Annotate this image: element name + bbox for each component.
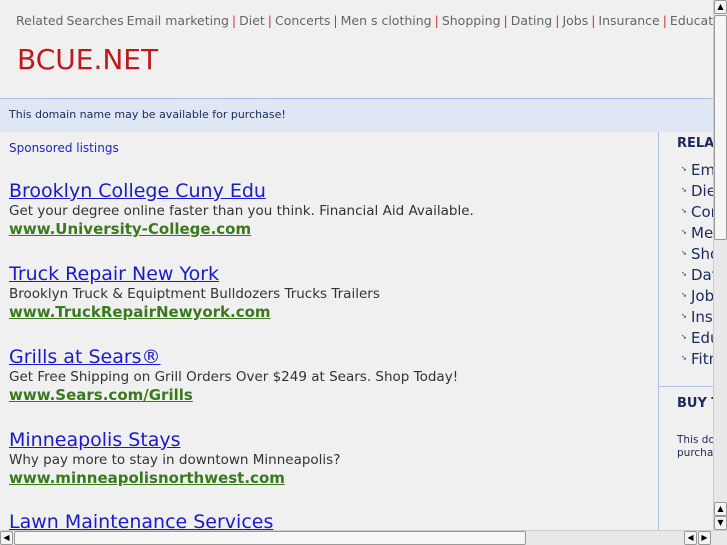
sidebar-link[interactable]: ➘Dat (659, 266, 713, 287)
related-searches-bar: Related Searches Email marketing | Diet … (16, 13, 713, 28)
related-searches-label: Related Searches (16, 13, 124, 28)
top-link[interactable]: Educat (670, 13, 713, 28)
buy-heading: BUY T (677, 396, 713, 411)
scroll-right-icon[interactable]: ▶ (698, 531, 711, 545)
sidebar-link[interactable]: ➘Fitn (659, 350, 713, 371)
arrow-icon: ➘ (681, 165, 687, 173)
sidebar-link[interactable]: ➘Sho (659, 245, 713, 266)
ad-listing: Brooklyn College Cuny Edu Get your degre… (9, 180, 474, 238)
top-link[interactable]: Insurance (598, 13, 659, 28)
main-content: Sponsored listings Brooklyn College Cuny… (0, 132, 658, 530)
arrow-icon: ➘ (681, 312, 687, 320)
related-sidebar: RELA ➘Em ➘Die ➘Cor ➘Mer ➘Sho ➘Dat ➘Job ➘… (658, 132, 713, 530)
ad-description: Get Free Shipping on Grill Orders Over $… (9, 369, 459, 385)
vertical-scroll-thumb[interactable] (714, 15, 727, 240)
ad-title-link[interactable]: Grills at Sears® (9, 346, 458, 368)
arrow-icon: ➘ (681, 186, 687, 194)
site-logo: BCUE.NET (17, 43, 159, 76)
top-link[interactable]: Shopping (442, 13, 501, 28)
ad-description: Brooklyn Truck & Equiptment Bulldozers T… (9, 286, 380, 302)
horizontal-scroll-thumb[interactable] (14, 531, 526, 545)
buy-text: This do purcha (677, 434, 713, 459)
top-link[interactable]: Jobs (562, 13, 588, 28)
arrow-icon: ➘ (681, 207, 687, 215)
ad-url-link[interactable]: www.Sears.com/Grills (9, 386, 458, 404)
ad-title-link[interactable]: Truck Repair New York (9, 263, 380, 285)
buy-domain-section: BUY T This dopurcha (659, 386, 713, 460)
ad-url-link[interactable]: www.University-College.com (9, 220, 474, 238)
scroll-left-icon[interactable]: ◀ (684, 531, 697, 545)
ad-description: Get your degree online faster than you t… (9, 203, 474, 219)
ad-url-link[interactable]: www.TruckRepairNewyork.com (9, 303, 380, 321)
top-link[interactable]: Concerts (275, 13, 330, 28)
top-link[interactable]: Email marketing (127, 13, 229, 28)
arrow-icon: ➘ (681, 228, 687, 236)
sidebar-link[interactable]: ➘ Em (659, 161, 713, 182)
sidebar-link[interactable]: ➘Edu (659, 329, 713, 350)
top-link[interactable]: Diet (239, 13, 265, 28)
scroll-down-icon[interactable]: ▼ (714, 516, 727, 530)
ad-title-link[interactable]: Minneapolis Stays (9, 429, 340, 451)
ad-url-link[interactable]: www.minneapolisnorthwest.com (9, 469, 340, 487)
ad-listing: Minneapolis Stays Why pay more to stay i… (9, 429, 340, 487)
sidebar-link[interactable]: ➘Die (659, 182, 713, 203)
arrow-icon: ➘ (681, 333, 687, 341)
ad-listing: Grills at Sears® Get Free Shipping on Gr… (9, 346, 458, 404)
ad-title-link[interactable]: Lawn Maintenance Services (9, 511, 273, 530)
arrow-icon: ➘ (681, 270, 687, 278)
ad-listing: Lawn Maintenance Services (9, 511, 273, 530)
top-link[interactable]: Men s clothing (341, 13, 432, 28)
scroll-up-icon[interactable]: ▲ (714, 502, 727, 516)
sidebar-link[interactable]: ➘Cor (659, 203, 713, 224)
sidebar-link[interactable]: ➘Mer (659, 224, 713, 245)
ad-title-link[interactable]: Brooklyn College Cuny Edu (9, 180, 474, 202)
arrow-icon: ➘ (681, 354, 687, 362)
scroll-left-icon[interactable]: ◀ (0, 531, 13, 545)
arrow-icon: ➘ (681, 249, 687, 257)
arrow-icon: ➘ (681, 291, 687, 299)
sidebar-link[interactable]: ➘ Job (659, 287, 713, 308)
scroll-up-icon[interactable]: ▲ (714, 0, 727, 14)
sponsored-label: Sponsored listings (9, 141, 119, 155)
sidebar-heading: RELA (677, 136, 713, 151)
vertical-scrollbar[interactable]: ▲ ▲ ▼ (713, 0, 727, 530)
purchase-banner: This domain name may be available for pu… (0, 98, 713, 132)
top-link[interactable]: Dating (511, 13, 553, 28)
ad-description: Why pay more to stay in downtown Minneap… (9, 452, 341, 468)
horizontal-scrollbar[interactable]: ◀ ◀ ▶ (0, 530, 727, 545)
sidebar-link[interactable]: ➘ Ins (659, 308, 713, 329)
ad-listing: Truck Repair New York Brooklyn Truck & E… (9, 263, 380, 321)
